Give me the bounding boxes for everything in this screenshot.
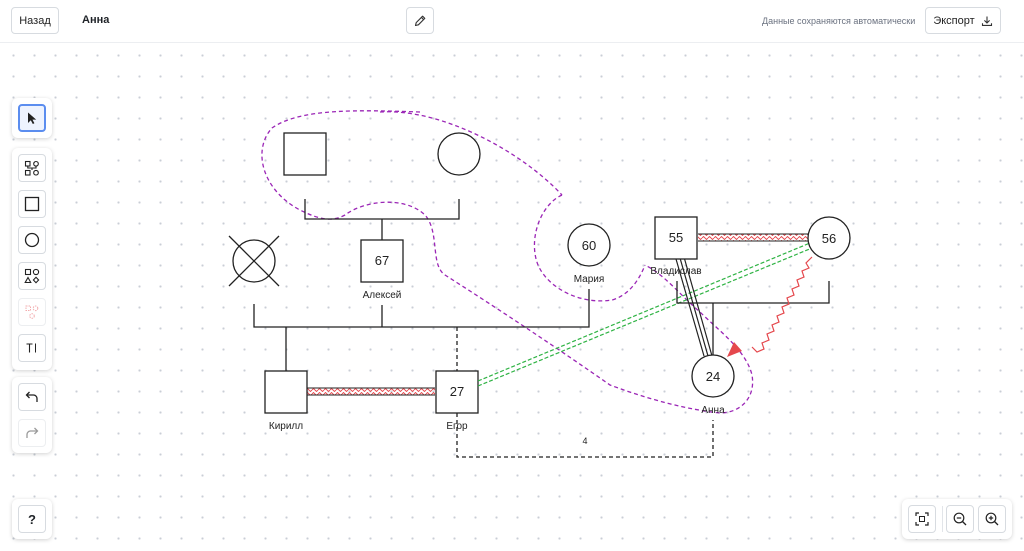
zigzag-arrow-head — [727, 342, 742, 357]
zoom-out-button[interactable] — [946, 505, 974, 533]
anna-label: Анна — [701, 405, 725, 416]
help-label: ? — [28, 511, 36, 527]
genogram-canvas[interactable]: 67 Алексей 60 Мария Кирилл 27 Егор 4 55 … — [0, 0, 1024, 551]
zoom-separator — [942, 506, 943, 532]
history-tool-group — [12, 377, 52, 453]
zoom-in-button[interactable] — [978, 505, 1006, 533]
maria-label: Мария — [574, 274, 605, 285]
undo-button[interactable] — [18, 383, 46, 411]
alexey-age: 67 — [375, 253, 389, 268]
select-tool[interactable] — [18, 104, 46, 132]
connection-label: 4 — [582, 436, 587, 446]
emotional-boundary-upper[interactable] — [261, 110, 754, 414]
emotional-relations-icon — [25, 305, 39, 319]
family-tree-icon — [24, 160, 39, 176]
emotional-relations-tool[interactable] — [18, 298, 46, 326]
circle-tool[interactable] — [18, 226, 46, 254]
person-56-age: 56 — [822, 231, 836, 246]
help-button[interactable]: ? — [18, 505, 46, 533]
redo-icon — [26, 427, 39, 438]
vladislav-56-conflict-band[interactable] — [698, 234, 808, 241]
square-tool[interactable] — [18, 190, 46, 218]
circle-icon — [24, 232, 40, 248]
grandmother-circle[interactable] — [437, 132, 481, 176]
maria-age: 60 — [582, 238, 596, 253]
anna-age: 24 — [706, 369, 720, 384]
help-group: ? — [12, 499, 52, 539]
parents-marriage-line — [676, 281, 830, 304]
grandfather-square[interactable] — [283, 132, 327, 176]
select-pointer-icon — [28, 112, 37, 124]
zoom-in-icon — [985, 512, 999, 526]
family-sibling-line — [253, 289, 590, 328]
alexey-label: Алексей — [363, 290, 402, 301]
shapes-tool-group — [12, 148, 52, 370]
fit-screen-button[interactable] — [908, 505, 936, 533]
text-icon — [26, 343, 36, 353]
zoom-out-icon — [953, 512, 967, 526]
green-relation-line-2 — [477, 247, 813, 387]
shapes-icon — [24, 268, 40, 284]
egor-age: 27 — [450, 384, 464, 399]
vladislav-age: 55 — [669, 230, 683, 245]
fit-screen-icon — [915, 512, 929, 526]
square-icon — [24, 196, 40, 212]
egor-anna-dashed-connection[interactable] — [456, 413, 714, 458]
kirill-egor-conflict-band[interactable] — [307, 388, 435, 395]
family-tree-tool[interactable] — [18, 154, 46, 182]
text-tool[interactable] — [18, 334, 46, 362]
redo-button[interactable] — [18, 419, 46, 447]
abuse-zigzag-arrow[interactable] — [751, 256, 813, 353]
shapes-tool[interactable] — [18, 262, 46, 290]
zoom-controls — [902, 499, 1012, 539]
undo-icon — [25, 391, 38, 402]
select-tool-group — [12, 98, 52, 138]
green-relation-line-1[interactable] — [477, 242, 811, 382]
vladislav-label: Владислав — [650, 266, 701, 277]
person-kirill[interactable] — [264, 370, 308, 414]
kirill-label: Кирилл — [269, 421, 303, 432]
